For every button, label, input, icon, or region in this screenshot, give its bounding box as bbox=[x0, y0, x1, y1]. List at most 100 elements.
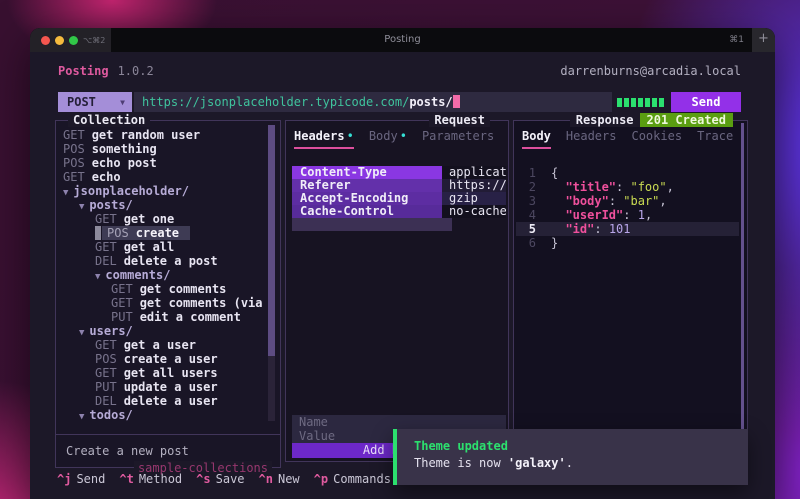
tree-folder[interactable]: ▼todos/ bbox=[58, 408, 266, 422]
tree-item[interactable]: POS create bbox=[58, 226, 266, 240]
collection-scrollbar[interactable] bbox=[268, 125, 275, 421]
folder-caret-icon: ▼ bbox=[79, 412, 84, 422]
tree-cursor-block bbox=[95, 226, 101, 240]
response-tab-headers[interactable]: Headers bbox=[566, 129, 617, 149]
modified-dot-icon: • bbox=[347, 129, 354, 143]
tree-item[interactable]: GETecho bbox=[58, 170, 266, 184]
http-method-select[interactable]: POST ▼ bbox=[58, 92, 132, 112]
json-token: "title" bbox=[565, 180, 616, 194]
keybinding-send[interactable]: ^j Send bbox=[57, 471, 105, 487]
keybinding-method[interactable]: ^tMethod bbox=[119, 471, 182, 487]
tree-item[interactable]: POSsomething bbox=[58, 142, 266, 156]
line-number: 6 bbox=[516, 236, 536, 250]
request-name-label: get all bbox=[124, 240, 175, 254]
response-tab-body[interactable]: Body bbox=[522, 129, 551, 149]
folder-name: comments/ bbox=[105, 268, 170, 282]
json-line: 5 "id": 101 bbox=[516, 222, 739, 236]
tree-item[interactable]: DELdelete a user bbox=[58, 394, 266, 408]
folder-caret-icon: ▼ bbox=[79, 328, 84, 338]
request-name-label: get comments bbox=[140, 282, 227, 296]
request-tab-headers[interactable]: Headers• bbox=[294, 129, 354, 149]
json-token: { bbox=[551, 166, 558, 180]
tree-folder[interactable]: ▼posts/ bbox=[58, 198, 266, 212]
keybinding-commands[interactable]: ^pCommands bbox=[314, 471, 391, 487]
json-token: , bbox=[667, 180, 674, 194]
request-method-label: GET bbox=[95, 212, 117, 226]
response-title-group: Response201 Created bbox=[570, 113, 733, 127]
json-token: , bbox=[645, 208, 652, 222]
json-token: 1 bbox=[638, 208, 645, 222]
json-line: 1{ bbox=[516, 166, 739, 180]
tree-item[interactable]: GET get comments bbox=[58, 282, 266, 296]
request-panel-title: Request bbox=[429, 113, 490, 127]
request-tab-body[interactable]: Body• bbox=[369, 129, 407, 149]
request-method-label: GET bbox=[111, 282, 133, 296]
keybinding-new[interactable]: ^nNew bbox=[259, 471, 300, 487]
toast-message: Theme is now 'galaxy'. bbox=[414, 455, 748, 471]
posting-app: Posting1.0.2 darrenburns@arcadia.local P… bbox=[30, 52, 775, 499]
tree-item[interactable]: POSecho post bbox=[58, 156, 266, 170]
header-row[interactable]: Cache-Controlno-cache bbox=[292, 205, 506, 218]
request-method-label: PUT bbox=[95, 380, 117, 394]
tree-item[interactable]: GET get one bbox=[58, 212, 266, 226]
request-name-label: delete a user bbox=[124, 394, 218, 408]
tree-item[interactable]: POScreate a user bbox=[58, 352, 266, 366]
request-method-label: PUT bbox=[111, 310, 133, 324]
tree-folder[interactable]: ▼comments/ bbox=[58, 268, 266, 282]
response-tab-cookies[interactable]: Cookies bbox=[631, 129, 682, 149]
tree-item[interactable]: DELdelete a post bbox=[58, 254, 266, 268]
tree-item[interactable]: GET get all users bbox=[58, 366, 266, 380]
header-name-input[interactable]: Name bbox=[292, 415, 506, 429]
header-row[interactable]: Refererhttps://exa bbox=[292, 179, 506, 192]
request-method-label: POS bbox=[107, 226, 129, 240]
tree-item[interactable]: PUTupdate a user bbox=[58, 380, 266, 394]
keybinding-key: ^j bbox=[57, 472, 71, 486]
request-name-label: get one bbox=[124, 212, 175, 226]
send-button[interactable]: Send bbox=[671, 92, 741, 112]
request-name-label: something bbox=[92, 142, 157, 156]
request-name-label: get all users bbox=[124, 366, 218, 380]
json-line: 3 "body": "bar", bbox=[516, 194, 739, 208]
toast-notification: Theme updated Theme is now 'galaxy'. bbox=[393, 429, 748, 485]
tree-item[interactable]: PUTedit a comment bbox=[58, 310, 266, 324]
folder-name: posts/ bbox=[89, 198, 132, 212]
response-panel-title: Response bbox=[570, 113, 640, 127]
request-tab-parameters[interactable]: Parameters bbox=[422, 129, 494, 149]
header-value-cell: gzip bbox=[442, 192, 506, 205]
url-input[interactable]: https://jsonplaceholder.typicode.com/pos… bbox=[134, 92, 612, 112]
new-tab-button[interactable]: + bbox=[752, 28, 775, 52]
tree-item[interactable]: GETget random user bbox=[58, 128, 266, 142]
keybinding-label: Send bbox=[76, 472, 105, 486]
tree-folder[interactable]: ▼users/ bbox=[58, 324, 266, 338]
response-body-json: 1{2 "title": "foo",3 "body": "bar",4 "us… bbox=[516, 166, 739, 250]
activity-block bbox=[617, 98, 622, 107]
scrollbar-thumb[interactable] bbox=[268, 125, 275, 356]
headers-cursor-row[interactable] bbox=[292, 218, 452, 231]
folder-name: jsonplaceholder/ bbox=[73, 184, 189, 198]
keybinding-label: Save bbox=[216, 472, 245, 486]
request-method-label: GET bbox=[95, 366, 117, 380]
json-token bbox=[551, 180, 565, 194]
header-name-cell: Accept-Encoding bbox=[292, 192, 442, 205]
tree-item[interactable]: GETget all bbox=[58, 240, 266, 254]
response-tab-trace[interactable]: Trace bbox=[697, 129, 733, 149]
response-scrollbar[interactable] bbox=[741, 123, 744, 459]
activity-block bbox=[631, 98, 636, 107]
request-tabs: Headers•Body•ParametersA bbox=[294, 129, 506, 153]
tree-folder[interactable]: ▼jsonplaceholder/ bbox=[58, 184, 266, 198]
chevron-down-icon: ▼ bbox=[120, 93, 125, 113]
header-row[interactable]: Content-Typeapplication bbox=[292, 166, 506, 179]
app-header: Posting1.0.2 darrenburns@arcadia.local bbox=[58, 63, 741, 79]
request-name-label: get comments (via p bbox=[140, 296, 266, 310]
json-token bbox=[551, 208, 565, 222]
header-value-cell: no-cache bbox=[442, 205, 506, 218]
keybinding-save[interactable]: ^sSave bbox=[196, 471, 244, 487]
line-number: 5 bbox=[516, 222, 536, 236]
keybinding-label: Commands bbox=[333, 472, 391, 486]
tree-item[interactable]: GETget comments (via p bbox=[58, 296, 266, 310]
request-name-label: create bbox=[136, 226, 179, 240]
tree-item[interactable]: GETget a user bbox=[58, 338, 266, 352]
header-row[interactable]: Accept-Encodinggzip bbox=[292, 192, 506, 205]
json-token: 101 bbox=[609, 222, 631, 236]
keybinding-key: ^n bbox=[259, 472, 273, 486]
